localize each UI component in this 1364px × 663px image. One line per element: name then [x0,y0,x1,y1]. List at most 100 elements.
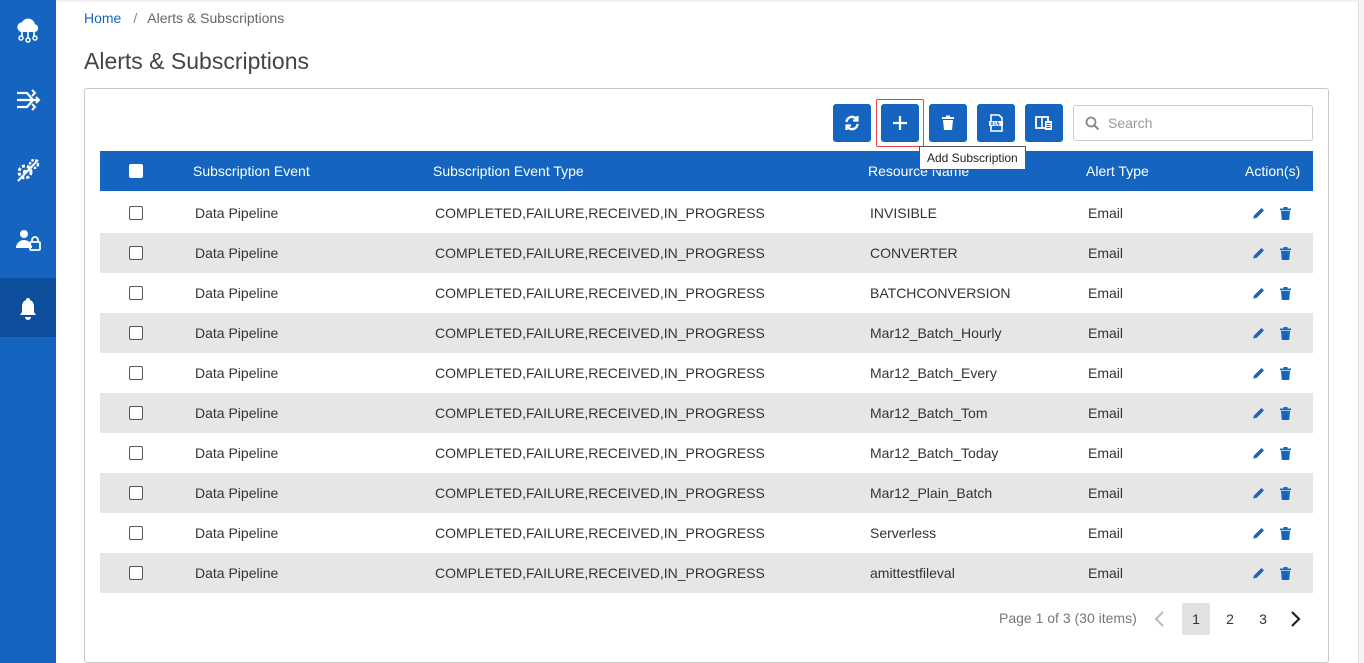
delete-button[interactable] [1277,205,1293,221]
row-checkbox[interactable] [129,566,143,580]
table-row[interactable]: Data Pipeline COMPLETED,FAILURE,RECEIVED,… [100,233,1313,273]
sidebar [0,0,56,663]
delete-button[interactable] [1277,445,1293,461]
xlsx-export-icon [989,114,1003,132]
row-checkbox[interactable] [129,446,143,460]
cell-alert-type: Email [1088,445,1124,461]
row-checkbox[interactable] [129,326,143,340]
cell-alert-type: Email [1088,285,1124,301]
refresh-button[interactable] [833,104,871,142]
edit-button[interactable] [1250,445,1266,461]
header-subscription-event[interactable]: Subscription Event [193,151,310,191]
pencil-icon [1251,366,1266,381]
pencil-icon [1251,246,1266,261]
sidebar-item-alerts[interactable] [0,278,56,337]
row-checkbox[interactable] [129,246,143,260]
edit-button[interactable] [1250,525,1266,541]
breadcrumb-separator: / [133,10,138,26]
edit-button[interactable] [1250,405,1266,421]
refresh-icon [845,115,859,131]
table-row[interactable]: Data Pipeline COMPLETED,FAILURE,RECEIVED,… [100,393,1313,433]
edit-button[interactable] [1250,325,1266,341]
sidebar-item-users[interactable] [0,210,56,269]
cell-resource-name: Mar12_Batch_Hourly [870,325,1002,341]
delete-button[interactable] [1277,365,1293,381]
trash-icon [1278,566,1293,581]
plus-icon [893,116,907,130]
trash-icon [1278,326,1293,341]
cell-alert-type: Email [1088,325,1124,341]
settings-gears-icon [17,158,40,182]
edit-button[interactable] [1250,205,1266,221]
pencil-icon [1251,526,1266,541]
column-chooser-button[interactable] [1025,104,1063,142]
row-checkbox[interactable] [129,526,143,540]
header-alert-type[interactable]: Alert Type [1086,151,1149,191]
export-xlsx-button[interactable] [977,104,1015,142]
search-icon [1085,116,1100,131]
row-checkbox[interactable] [129,286,143,300]
cloud-network-icon [17,18,39,43]
table-row[interactable]: Data Pipeline COMPLETED,FAILURE,RECEIVED,… [100,193,1313,233]
search-box [1073,105,1313,141]
sidebar-item-cloud[interactable] [0,2,56,61]
table-row[interactable]: Data Pipeline COMPLETED,FAILURE,RECEIVED,… [100,273,1313,313]
trash-icon [942,115,954,130]
delete-button[interactable] [1277,245,1293,261]
edit-button[interactable] [1250,245,1266,261]
breadcrumb: Home / Alerts & Subscriptions [84,10,284,26]
cell-subscription-event-type: COMPLETED,FAILURE,RECEIVED,IN_PROGRESS [435,565,765,581]
edit-button[interactable] [1250,365,1266,381]
row-checkbox[interactable] [129,406,143,420]
cell-subscription-event: Data Pipeline [195,405,279,421]
header-actions: Action(s) [1245,163,1301,179]
edit-button[interactable] [1250,565,1266,581]
select-all-checkbox[interactable] [129,164,143,178]
cell-resource-name: BATCHCONVERSION [870,285,1011,301]
search-input[interactable] [1108,112,1304,134]
edit-button[interactable] [1250,485,1266,501]
delete-button[interactable] [1277,405,1293,421]
cell-subscription-event-type: COMPLETED,FAILURE,RECEIVED,IN_PROGRESS [435,485,765,501]
cell-resource-name: CONVERTER [870,245,958,261]
page-scrollbar[interactable] [1358,0,1364,663]
delete-button[interactable] [1277,485,1293,501]
previous-page-icon[interactable] [1150,609,1170,629]
edit-button[interactable] [1250,285,1266,301]
pencil-icon [1251,286,1266,301]
table-row[interactable]: Data Pipeline COMPLETED,FAILURE,RECEIVED,… [100,433,1313,473]
table-row[interactable]: Data Pipeline COMPLETED,FAILURE,RECEIVED,… [100,513,1313,553]
delete-selected-button[interactable] [929,104,967,142]
cell-subscription-event-type: COMPLETED,FAILURE,RECEIVED,IN_PROGRESS [435,205,765,221]
delete-button[interactable] [1277,285,1293,301]
add-subscription-button[interactable] [881,104,919,142]
delete-button[interactable] [1277,565,1293,581]
delete-button[interactable] [1277,325,1293,341]
table-row[interactable]: Data Pipeline COMPLETED,FAILURE,RECEIVED,… [100,353,1313,393]
breadcrumb-home-link[interactable]: Home [84,10,121,26]
page-1-button[interactable]: 1 [1182,603,1210,635]
cell-subscription-event: Data Pipeline [195,445,279,461]
row-checkbox[interactable] [129,366,143,380]
pager-info: Page 1 of 3 (30 items) [999,610,1137,626]
cell-resource-name: INVISIBLE [870,205,937,221]
table-row[interactable]: Data Pipeline COMPLETED,FAILURE,RECEIVED,… [100,473,1313,513]
next-page-icon[interactable] [1285,609,1305,629]
sidebar-item-settings[interactable] [0,140,56,199]
cell-subscription-event: Data Pipeline [195,285,279,301]
row-checkbox[interactable] [129,486,143,500]
cell-alert-type: Email [1088,205,1124,221]
page-2-button[interactable]: 2 [1216,603,1244,635]
cell-subscription-event: Data Pipeline [195,205,279,221]
header-subscription-event-type[interactable]: Subscription Event Type [433,151,584,191]
table-row[interactable]: Data Pipeline COMPLETED,FAILURE,RECEIVED,… [100,553,1313,593]
sidebar-item-pipelines[interactable] [0,70,56,129]
table-header: Subscription Event Subscription Event Ty… [100,151,1313,191]
cell-resource-name: Mar12_Batch_Tom [870,405,988,421]
cell-resource-name: Mar12_Batch_Every [870,365,997,381]
page-3-button[interactable]: 3 [1249,603,1277,635]
row-checkbox[interactable] [129,206,143,220]
table-row[interactable]: Data Pipeline COMPLETED,FAILURE,RECEIVED,… [100,313,1313,353]
delete-button[interactable] [1277,525,1293,541]
pencil-icon [1251,206,1266,221]
